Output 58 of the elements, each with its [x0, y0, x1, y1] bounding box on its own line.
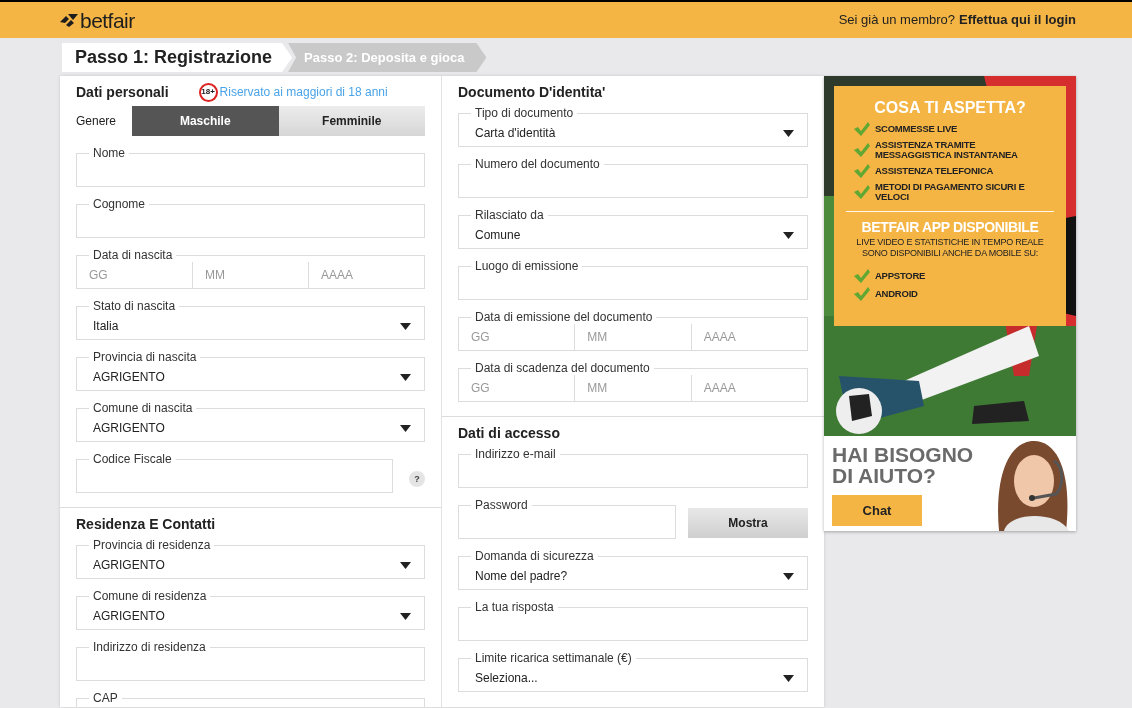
dropdown[interactable]: Comune di nascita AGRIGENTO [76, 401, 425, 442]
logo-icon [60, 13, 78, 27]
input-field[interactable]: Cognome [76, 197, 425, 238]
dropdown[interactable]: Rilasciato da Comune [458, 208, 808, 249]
dropdown[interactable]: Comune di residenza AGRIGENTO [76, 589, 425, 630]
dropdown[interactable]: Provincia di nascita AGRIGENTO [76, 350, 425, 391]
help-button[interactable]: ? [409, 471, 425, 487]
date-input[interactable]: MM [574, 324, 691, 350]
gender-label: Genere [76, 113, 118, 130]
logo-text[interactable]: betfair [80, 9, 135, 31]
login-prompt: Sei già un membro? [838, 11, 955, 30]
section-title: Dati di accesso [458, 423, 560, 443]
date-field[interactable]: Data di nascita GG MM AAAA [76, 248, 425, 289]
input-field[interactable]: Nome [76, 146, 425, 187]
input-field[interactable]: Luogo di emissione [458, 259, 808, 300]
date-input[interactable]: GG [459, 324, 575, 350]
date-input[interactable]: AAAA [308, 262, 424, 288]
dropdown[interactable]: Stato di nascita Italia [76, 299, 425, 340]
age-note: Riservato ai maggiori di 18 anni [219, 84, 388, 101]
gender-option[interactable]: Maschile [132, 106, 279, 136]
input-field[interactable]: Codice Fiscale [76, 452, 393, 493]
caret-icon [400, 561, 411, 569]
input-field[interactable]: La tua risposta [458, 600, 808, 641]
caret-icon [400, 612, 411, 620]
date-input[interactable]: MM [574, 375, 691, 401]
input-field[interactable]: CAP [76, 691, 425, 708]
gender-option[interactable]: Femminile [278, 106, 425, 136]
date-input[interactable]: GG [77, 262, 192, 288]
caret-icon [783, 231, 794, 239]
step-tab[interactable]: Passo 1: Registrazione [62, 43, 293, 72]
caret-icon [783, 674, 794, 682]
date-input[interactable]: AAAA [690, 375, 807, 401]
caret-icon [400, 424, 411, 432]
password-field[interactable]: Password [458, 498, 676, 539]
date-input[interactable]: MM [192, 262, 308, 288]
dropdown[interactable]: Domanda di sicurezza Nome del padre? [458, 549, 808, 590]
caret-icon [783, 129, 794, 137]
show-password-button[interactable]: Mostra [688, 508, 808, 538]
date-input[interactable]: GG [459, 375, 575, 401]
section-title: Residenza E Contatti [76, 514, 216, 534]
dropdown[interactable]: Provincia di residenza AGRIGENTO [76, 538, 425, 579]
date-field[interactable]: Data di emissione del documento GG MM AAAA [458, 310, 808, 351]
help-title: HAI BISOGNO DI AIUTO? [832, 444, 975, 486]
login-link[interactable]: Effettua qui il login [959, 10, 1076, 30]
input-field[interactable]: Indirizzo di residenza [76, 640, 425, 681]
date-field[interactable]: Data di scadenza del documento GG MM AAAA [458, 361, 808, 402]
input-field[interactable]: Indirizzo e-mail [458, 447, 808, 488]
caret-icon [783, 572, 794, 580]
chat-button[interactable]: Chat [832, 495, 922, 526]
date-input[interactable]: AAAA [690, 324, 807, 350]
dropdown[interactable]: Tipo di documento Carta d'identità [458, 106, 808, 147]
caret-icon [400, 322, 411, 330]
section-title: Dati personali [76, 82, 169, 102]
section-title: Documento D'identita' [458, 82, 606, 102]
age-badge: 18+ [198, 82, 218, 102]
input-field[interactable]: Numero del documento [458, 157, 808, 198]
dropdown[interactable]: Limite ricarica settimanale (€) Seleziona... [458, 651, 808, 692]
caret-icon [400, 373, 411, 381]
